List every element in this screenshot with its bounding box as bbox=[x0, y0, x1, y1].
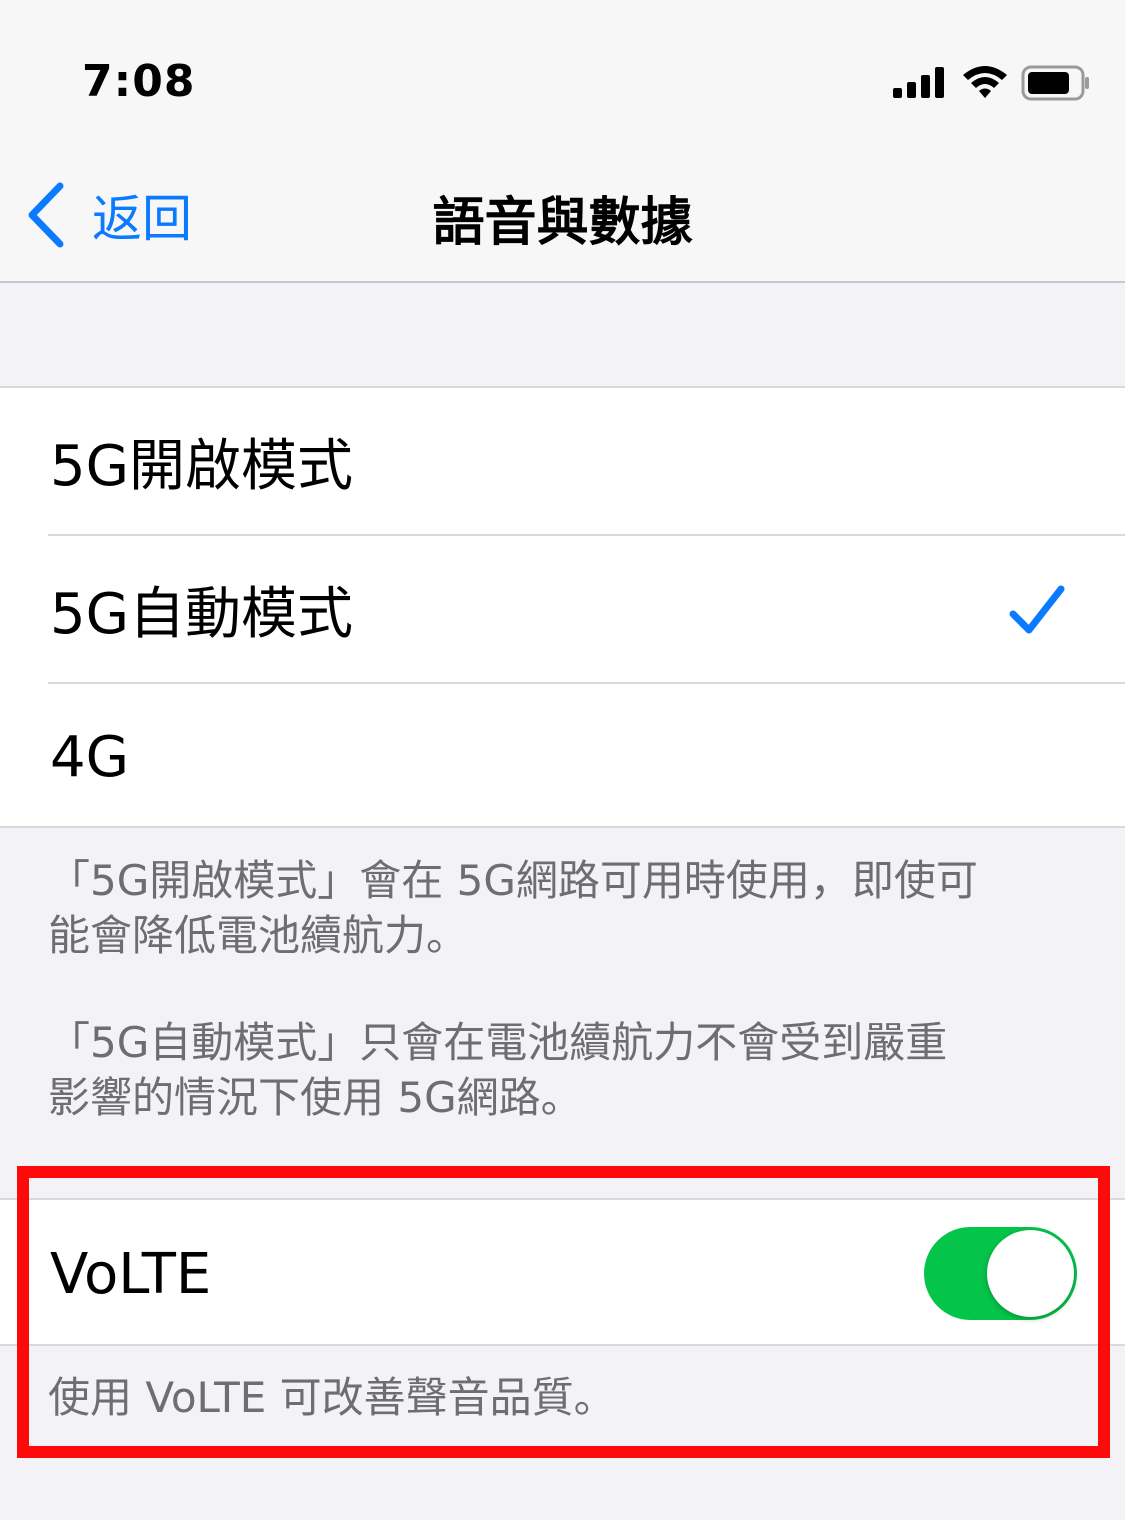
page-title-text: 語音與數據 bbox=[432, 193, 693, 253]
back-button[interactable]: 返回 bbox=[24, 180, 192, 250]
option-label: 5G自動模式 bbox=[50, 581, 354, 647]
toggle-knob bbox=[987, 1230, 1074, 1317]
option-4g[interactable]: 4G bbox=[0, 684, 1125, 830]
volte-toggle[interactable] bbox=[924, 1227, 1077, 1320]
footer-5g-on-line2: 能會降低電池續航力。 bbox=[48, 911, 469, 960]
chevron-left-icon bbox=[28, 182, 64, 248]
status-time: 7:08 bbox=[82, 56, 196, 107]
option-label: 5G開啟模式 bbox=[50, 433, 354, 499]
cellular-signal-icon bbox=[893, 66, 945, 98]
volte-label: VoLTE bbox=[50, 1242, 212, 1307]
option-label: 4G bbox=[50, 724, 130, 790]
footer-5g-auto-line2: 影響的情況下使用 5G網路。 bbox=[48, 1073, 583, 1122]
checkmark-icon bbox=[1009, 585, 1065, 634]
volte-footer: 使用 VoLTE 可改善聲音品質。 bbox=[48, 1373, 616, 1422]
back-button-label: 返回 bbox=[92, 190, 192, 248]
header-area: 7:08 語音與數據 返回 bbox=[0, 0, 1125, 283]
footer-5g-on-line1: 「5G開啟模式」會在 5G網路可用時使用，即使可 bbox=[48, 856, 978, 905]
network-mode-list: 5G開啟模式 5G自動模式 4G bbox=[0, 386, 1125, 828]
footer-5g-auto-line1: 「5G自動模式」只會在電池續航力不會受到嚴重 bbox=[48, 1018, 948, 1067]
screen: 7:08 語音與數據 返回 5G開啟模式 5G自動模式 4G 「5G開啟模式」會… bbox=[0, 0, 1125, 1520]
option-5g-on[interactable]: 5G開啟模式 bbox=[0, 388, 1125, 534]
wifi-icon bbox=[963, 66, 1007, 98]
option-5g-auto[interactable]: 5G自動模式 bbox=[0, 536, 1125, 682]
volte-row: VoLTE bbox=[0, 1198, 1125, 1346]
battery-icon bbox=[1021, 65, 1089, 101]
